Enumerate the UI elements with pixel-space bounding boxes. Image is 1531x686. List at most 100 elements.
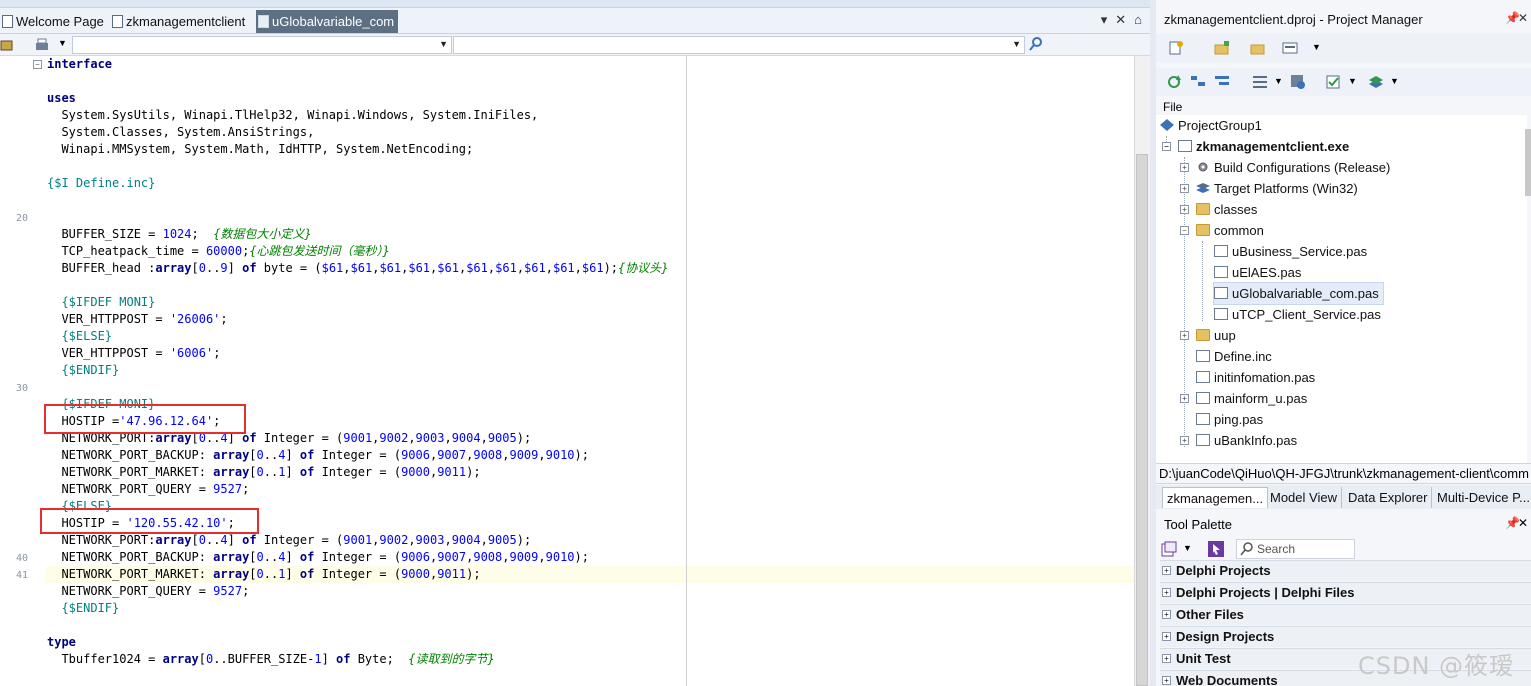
tree-node-build-configurations[interactable]: + Build Configurations (Release)	[1180, 157, 1390, 178]
method-selector-combo[interactable]: ▼	[453, 36, 1025, 54]
code-line[interactable]: {$ENDIF}	[47, 362, 119, 379]
tree-node-projectgroup[interactable]: ProjectGroup1	[1160, 115, 1262, 136]
code-line[interactable]: type	[47, 634, 76, 651]
expand-icon[interactable]: +	[1162, 676, 1171, 685]
class-selector-combo[interactable]: ▼	[72, 36, 452, 54]
chevron-down-icon[interactable]: ▼	[1348, 76, 1357, 86]
tree-scrollbar-thumb[interactable]	[1525, 129, 1531, 196]
menu-icon[interactable]: ⌂	[1134, 12, 1150, 27]
tree-node-file[interactable]: uElAES.pas	[1214, 262, 1301, 283]
categories-icon[interactable]	[1161, 541, 1177, 557]
tree-node-file[interactable]: uBusiness_Service.pas	[1214, 241, 1367, 262]
expand-icon[interactable]: +	[1180, 331, 1189, 340]
code-line[interactable]: interface	[47, 56, 112, 73]
chevron-down-icon[interactable]: ▼	[1312, 42, 1321, 52]
close-icon[interactable]: ✕	[1518, 516, 1528, 530]
tab-project-manager[interactable]: zkmanagemen...	[1162, 487, 1269, 508]
tree-node-folder-common[interactable]: − common	[1180, 220, 1264, 241]
expand-all-icon[interactable]	[1190, 74, 1206, 90]
tree-node-file[interactable]: uTCP_Client_Service.pas	[1214, 304, 1381, 325]
code-line[interactable]: NETWORK_PORT_BACKUP: array[0..4] of Inte…	[47, 549, 589, 566]
code-line[interactable]: {$IFDEF MONI}	[47, 294, 155, 311]
folder-open-icon[interactable]	[1250, 40, 1266, 56]
scrollbar-thumb[interactable]	[1136, 154, 1148, 686]
close-tab-icon[interactable]: ✕	[1115, 12, 1134, 27]
expand-icon[interactable]: +	[1180, 163, 1189, 172]
code-line[interactable]: uses	[47, 90, 76, 107]
code-line[interactable]: NETWORK_PORT_BACKUP: array[0..4] of Inte…	[47, 447, 589, 464]
refresh-icon[interactable]	[1166, 74, 1182, 90]
code-line[interactable]: BUFFER_head :array[0..9] of byte = ($61,…	[47, 260, 668, 277]
tree-node-file-selected[interactable]: uGlobalvariable_com.pas	[1213, 282, 1384, 305]
palette-category[interactable]: + Delphi Projects | Delphi Files	[1160, 582, 1531, 603]
expand-icon[interactable]: +	[1162, 654, 1171, 663]
tool-palette-search[interactable]: Search	[1236, 539, 1355, 559]
collapse-all-icon[interactable]	[1214, 74, 1230, 90]
collapse-icon[interactable]: −	[1180, 226, 1189, 235]
tree-node-project-exe[interactable]: − zkmanagementclient.exe	[1162, 136, 1349, 157]
palette-category[interactable]: + Other Files	[1160, 604, 1531, 625]
tree-node-file[interactable]: + uBankInfo.pas	[1180, 430, 1297, 451]
tree-node-target-platforms[interactable]: + Target Platforms (Win32)	[1180, 178, 1358, 199]
chevron-down-icon[interactable]: ▼	[1390, 76, 1399, 86]
build-icon[interactable]	[1290, 74, 1306, 90]
code-line[interactable]: Tbuffer1024 = array[0..BUFFER_SIZE-1] of…	[47, 651, 494, 668]
view-icon[interactable]	[1282, 40, 1298, 56]
expand-icon[interactable]: +	[1162, 610, 1171, 619]
chevron-down-icon[interactable]: ▼	[1183, 543, 1192, 553]
tab-model-view[interactable]: Model View	[1266, 487, 1342, 508]
tab-zkmanagementclient[interactable]: zkmanagementclient	[110, 10, 249, 33]
tab-list-icon[interactable]: ▾	[1101, 12, 1116, 27]
tab-multi-device-preview[interactable]: Multi-Device P...	[1433, 487, 1531, 508]
code-line[interactable]: VER_HTTPPOST = '26006';	[47, 311, 227, 328]
expand-icon[interactable]: +	[1162, 566, 1171, 575]
tab-welcome-page[interactable]: Welcome Page	[0, 10, 108, 33]
code-line[interactable]: NETWORK_PORT_QUERY = 9527;	[47, 583, 249, 600]
list-icon[interactable]	[1252, 74, 1268, 90]
tree-node-file[interactable]: Define.inc	[1196, 346, 1272, 367]
new-item-icon[interactable]	[1168, 40, 1184, 56]
tab-data-explorer[interactable]: Data Explorer	[1344, 487, 1433, 508]
compile-icon[interactable]	[1326, 74, 1342, 90]
code-line[interactable]: TCP_heatpack_time = 60000;{心跳包发送时间（毫秒）}	[47, 243, 389, 260]
palette-category[interactable]: + Design Projects	[1160, 626, 1531, 647]
collapse-icon[interactable]: −	[1162, 142, 1171, 151]
code-line[interactable]: NETWORK_PORT_QUERY = 9527;	[47, 481, 249, 498]
expand-icon[interactable]: +	[1180, 184, 1189, 193]
code-line[interactable]: NETWORK_PORT_MARKET: array[0..1] of Inte…	[47, 464, 480, 481]
code-line[interactable]: {$ELSE}	[47, 328, 112, 345]
code-line[interactable]: System.SysUtils, Winapi.TlHelp32, Winapi…	[47, 107, 538, 124]
expand-icon[interactable]: +	[1180, 436, 1189, 445]
tab-uglobalvariable-com[interactable]: uGlobalvariable_com	[256, 10, 399, 33]
code-line[interactable]: System.Classes, System.AnsiStrings,	[47, 124, 314, 141]
code-line[interactable]: NETWORK_PORT_MARKET: array[0..1] of Inte…	[47, 566, 480, 583]
structure-icon[interactable]	[0, 38, 14, 52]
code-line[interactable]: VER_HTTPPOST = '6006';	[47, 345, 220, 362]
tree-node-folder-uup[interactable]: + uup	[1180, 325, 1236, 346]
editor-gutter[interactable]: 20 30 40 41 −	[0, 56, 42, 686]
tree-node-file[interactable]: ping.pas	[1196, 409, 1263, 430]
code-line[interactable]: Winapi.MMSystem, System.Math, IdHTTP, Sy…	[47, 141, 473, 158]
code-line[interactable]: NETWORK_PORT:array[0..4] of Integer = (9…	[47, 532, 531, 549]
printer-icon[interactable]	[34, 37, 50, 53]
code-editor[interactable]: interface uses System.SysUtils, Winapi.Tl…	[42, 56, 1134, 686]
fold-collapse-icon[interactable]: −	[33, 60, 42, 69]
tree-node-file[interactable]: initinfomation.pas	[1196, 367, 1315, 388]
expand-icon[interactable]: +	[1180, 205, 1189, 214]
cursor-icon[interactable]	[1208, 541, 1224, 557]
tree-node-folder-classes[interactable]: + classes	[1180, 199, 1257, 220]
chevron-down-icon[interactable]: ▼	[1274, 76, 1283, 86]
palette-category[interactable]: + Delphi Projects	[1160, 560, 1531, 581]
code-line[interactable]: {$ENDIF}	[47, 600, 119, 617]
platform-icon[interactable]	[1368, 74, 1384, 90]
expand-icon[interactable]: +	[1180, 394, 1189, 403]
search-icon[interactable]	[1028, 36, 1044, 52]
add-folder-icon[interactable]	[1214, 40, 1230, 56]
expand-icon[interactable]: +	[1162, 588, 1171, 597]
code-line[interactable]: {$I Define.inc}	[47, 175, 155, 192]
project-tree[interactable]: ProjectGroup1 − zkmanagementclient.exe + B…	[1156, 115, 1527, 463]
expand-icon[interactable]: +	[1162, 632, 1171, 641]
close-icon[interactable]: ✕	[1518, 11, 1528, 25]
code-line[interactable]: BUFFER_SIZE = 1024; {数据包大小定义}	[47, 226, 311, 243]
tree-node-file[interactable]: + mainform_u.pas	[1180, 388, 1307, 409]
